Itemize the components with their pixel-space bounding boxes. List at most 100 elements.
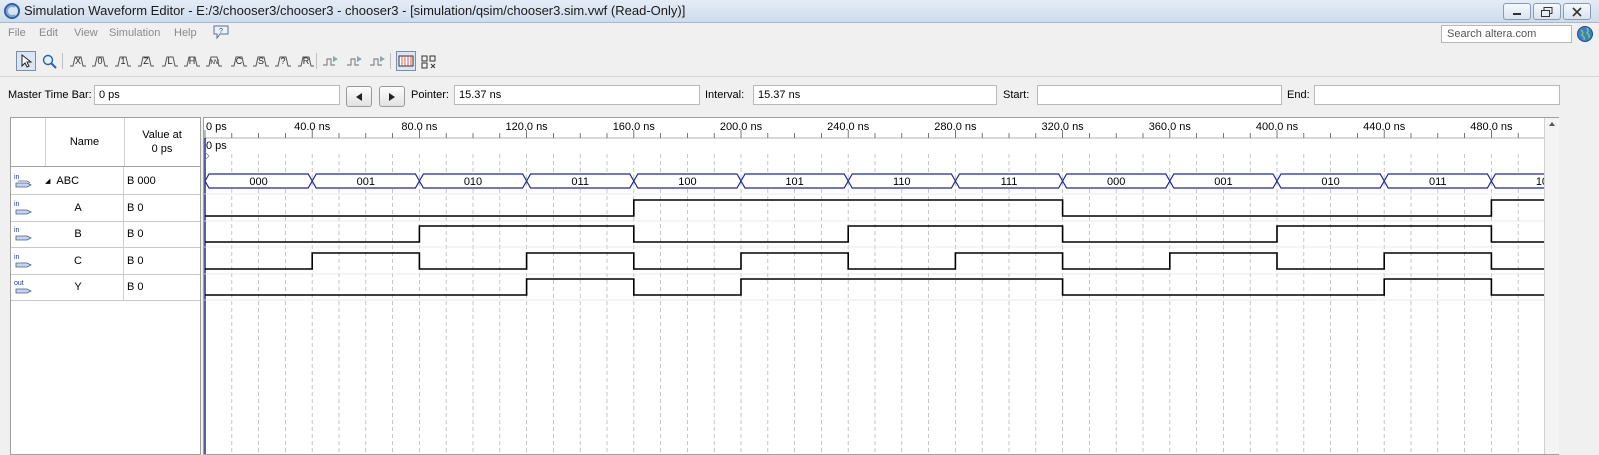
forcing-high-button[interactable]: 1 bbox=[113, 51, 133, 71]
menu-file[interactable]: File bbox=[8, 27, 26, 39]
count-value-icon: C bbox=[231, 56, 247, 67]
bus-value-label: 100 bbox=[678, 176, 696, 188]
high-impedance-button[interactable]: Z bbox=[136, 51, 156, 71]
ruler-label: 40.0 ns bbox=[294, 121, 331, 133]
run-functional-simulation-icon bbox=[323, 56, 338, 66]
run-timing-simulation-button[interactable] bbox=[345, 51, 365, 71]
selection-tool-button[interactable] bbox=[16, 51, 36, 71]
count-value-button[interactable]: C bbox=[229, 51, 249, 71]
start-field[interactable] bbox=[1037, 85, 1282, 105]
compare-button[interactable] bbox=[419, 51, 439, 71]
master-time-bar-field[interactable]: 0 ps bbox=[94, 85, 340, 105]
weak-high-button[interactable]: H bbox=[182, 51, 202, 71]
column-header-value[interactable]: Value at 0 ps bbox=[124, 118, 200, 166]
master-time-bar-label: Master Time Bar: bbox=[8, 89, 92, 101]
svg-text:H: H bbox=[189, 56, 196, 66]
menu-edit[interactable]: Edit bbox=[39, 27, 58, 39]
pointer-label: Pointer: bbox=[411, 89, 449, 101]
column-header-name[interactable]: Name bbox=[45, 118, 125, 166]
signal-value: B 0 bbox=[127, 254, 144, 267]
weak-low-button[interactable]: L bbox=[160, 51, 180, 71]
weak-high-icon: H bbox=[184, 56, 200, 67]
arbitrary-value-button[interactable]: ? bbox=[273, 51, 293, 71]
zoom-tool-button[interactable] bbox=[40, 51, 60, 71]
bus-value-label: 110 bbox=[893, 176, 911, 188]
bus-value-label: 111 bbox=[1001, 176, 1018, 188]
waveform-c[interactable] bbox=[205, 252, 1544, 270]
column-header-value-line1: Value at bbox=[142, 129, 182, 141]
restore-button[interactable] bbox=[1533, 3, 1561, 20]
selection-tool-icon bbox=[21, 53, 33, 68]
ruler-label: 280.0 ns bbox=[934, 121, 977, 133]
snap-to-grid-button[interactable] bbox=[396, 51, 416, 71]
signal-row-c[interactable]: in C B 0 bbox=[11, 247, 200, 275]
signal-row-y[interactable]: out Y B 0 bbox=[11, 273, 200, 301]
master-time-bar-marker-label: 0 ps bbox=[206, 140, 227, 152]
previous-transition-button[interactable] bbox=[346, 86, 372, 107]
forcing-low-button[interactable]: 0 bbox=[90, 51, 110, 71]
clock-value-button[interactable]: S bbox=[251, 51, 271, 71]
waveform-panel[interactable]: 0 ps 40.0 ns 80.0 ns 120.0 ns 160.0 ns 200.0 … bbox=[203, 117, 1559, 455]
signal-row-abc[interactable]: in ◢ ABC B 000 bbox=[11, 167, 200, 195]
close-button[interactable] bbox=[1563, 3, 1591, 20]
signal-list-panel: Name Value at 0 ps in ◢ ABC B 000 in A B 0 in B B… bbox=[10, 117, 201, 455]
snap-to-grid-icon bbox=[398, 55, 414, 67]
waveform-a[interactable] bbox=[205, 199, 1544, 217]
input-pin-icon: in bbox=[14, 254, 32, 268]
bus-value-label: 011 bbox=[1429, 176, 1447, 188]
search-input[interactable]: Search altera.com bbox=[1441, 25, 1572, 43]
minimize-button[interactable] bbox=[1503, 3, 1531, 20]
interval-field[interactable]: 15.37 ns bbox=[753, 85, 997, 105]
run-timing-simulation-icon bbox=[347, 56, 362, 66]
help-bubble-icon[interactable]: ? bbox=[213, 25, 229, 39]
arrow-left-icon bbox=[356, 92, 362, 101]
zoom-tool-icon bbox=[42, 54, 57, 69]
close-icon bbox=[1572, 6, 1582, 17]
signal-name: C bbox=[45, 247, 124, 274]
end-field[interactable] bbox=[1314, 85, 1560, 105]
bus-value-label: 001 bbox=[357, 176, 375, 188]
toolbar-separator bbox=[316, 53, 317, 69]
arbitrary-value-icon: ? bbox=[275, 56, 291, 67]
vertical-scrollbar[interactable] bbox=[1544, 118, 1559, 454]
scroll-up-icon[interactable] bbox=[1548, 121, 1556, 127]
signal-value: B 0 bbox=[127, 227, 144, 240]
forcing-high-icon: 1 bbox=[115, 56, 131, 67]
svg-text:?: ? bbox=[280, 56, 285, 66]
compare-icon bbox=[421, 55, 436, 69]
signal-value: B 0 bbox=[127, 280, 144, 293]
svg-text:1: 1 bbox=[120, 56, 125, 66]
run-functional-simulation-button[interactable] bbox=[321, 51, 341, 71]
minimize-icon bbox=[1513, 12, 1521, 15]
forcing-unknown-button[interactable]: X bbox=[68, 51, 88, 71]
globe-icon[interactable] bbox=[1576, 25, 1594, 43]
bus-value-label: 001 bbox=[1214, 176, 1232, 188]
bus-value-label: 011 bbox=[571, 176, 589, 188]
random-value-button[interactable]: R bbox=[296, 51, 316, 71]
generate-netlist-button[interactable] bbox=[368, 51, 388, 71]
forcing-low-icon: 0 bbox=[92, 56, 108, 67]
signal-row-a[interactable]: in A B 0 bbox=[11, 194, 200, 222]
invert-button[interactable]: INV bbox=[204, 51, 224, 71]
menu-simulation[interactable]: Simulation bbox=[109, 27, 160, 39]
waveform-y[interactable] bbox=[205, 278, 1544, 296]
menu-view[interactable]: View bbox=[74, 27, 98, 39]
menu-help[interactable]: Help bbox=[174, 27, 197, 39]
waveform-b[interactable] bbox=[205, 225, 1544, 243]
toolbar-separator bbox=[62, 53, 63, 69]
arrow-right-icon bbox=[389, 92, 395, 101]
svg-text:C: C bbox=[236, 56, 243, 66]
next-transition-button[interactable] bbox=[379, 86, 405, 107]
svg-text:in: in bbox=[14, 227, 20, 234]
ruler-label: 240.0 ns bbox=[827, 121, 870, 133]
svg-text:R: R bbox=[303, 56, 310, 66]
signal-row-b[interactable]: in B B 0 bbox=[11, 220, 200, 248]
waveform-canvas[interactable]: 0 ps 40.0 ns 80.0 ns 120.0 ns 160.0 ns 200.0 … bbox=[204, 118, 1545, 454]
expand-collapse-icon[interactable]: ◢ bbox=[45, 177, 50, 185]
ruler-label: 200.0 ns bbox=[720, 121, 763, 133]
pointer-field[interactable]: 15.37 ns bbox=[454, 85, 700, 105]
start-label: Start: bbox=[1003, 89, 1030, 101]
ruler-label: 320.0 ns bbox=[1041, 121, 1084, 133]
svg-text:out: out bbox=[14, 280, 24, 287]
svg-text:Z: Z bbox=[143, 56, 149, 66]
